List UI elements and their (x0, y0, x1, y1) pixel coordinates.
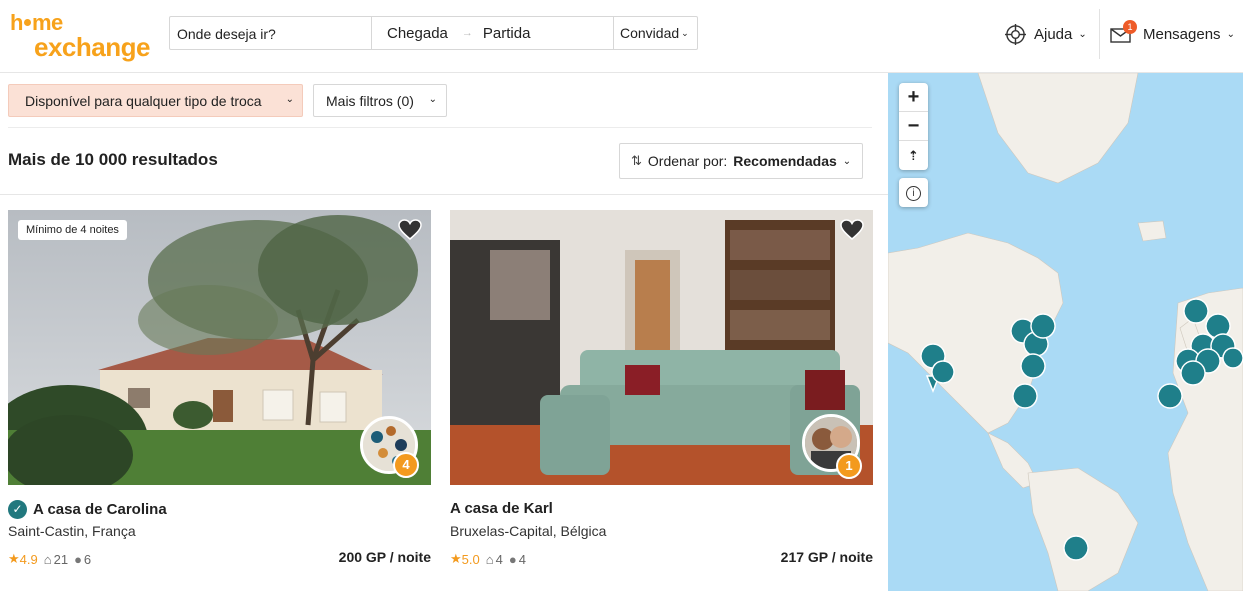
results-map[interactable]: + − ⇡ i (888, 73, 1243, 591)
listing-photo[interactable]: 1 (450, 210, 873, 485)
chevron-down-icon: ⌄ (842, 155, 852, 167)
chevron-down-icon: ⌄ (428, 94, 437, 105)
listing-card[interactable]: Mínimo de 4 noites 4 ✓ A casa de Carolin… (8, 210, 431, 580)
divider (8, 127, 872, 128)
guests-value: 6 (83, 551, 92, 567)
checkin-field[interactable]: Chegada (387, 25, 448, 42)
homeexchange-logo[interactable]: h me exchange (10, 10, 155, 62)
listing-photo[interactable]: Mínimo de 4 noites 4 (8, 210, 431, 485)
listing-title-text: A casa de Carolina (33, 501, 167, 518)
zoom-controls: + − ⇡ (899, 83, 928, 170)
person-icon: ● (508, 551, 517, 567)
person-icon: ● (74, 551, 82, 567)
listing-location: Saint-Castin, França (8, 523, 136, 539)
listing-title[interactable]: ✓ A casa de Carolina (8, 500, 167, 519)
listing-price: 200 GP / noite (338, 549, 431, 565)
lifebuoy-icon (1005, 23, 1026, 45)
logo-bottom-text: exchange (34, 32, 150, 62)
sort-icon: ⇅ (631, 153, 642, 168)
sort-dropdown[interactable]: ⇅ Ordenar por: Recomendadas ⌄ (619, 143, 863, 179)
exchange-type-filter[interactable]: Disponível para qualquer tipo de troca ⌄ (8, 84, 303, 117)
help-label: Ajuda (1034, 25, 1073, 43)
sort-prefix: Ordenar por: (647, 153, 728, 169)
date-range-picker[interactable]: Chegada → Partida (372, 17, 614, 49)
sort-value: Recomendadas (733, 153, 837, 169)
messages-label: Mensagens (1143, 25, 1221, 43)
star-icon: ★ (450, 551, 462, 566)
search-bar: Onde deseja ir? Chegada → Partida Convid… (169, 16, 698, 50)
more-filters-label: Mais filtros (0) (326, 92, 414, 109)
chevron-down-icon: ⌄ (1226, 28, 1235, 40)
more-filters-button[interactable]: Mais filtros (0) ⌄ (313, 84, 447, 117)
guests-stat: ● 4 (509, 552, 526, 567)
help-menu[interactable]: Ajuda ⌄ (1005, 22, 1087, 46)
zoom-out-button[interactable]: − (899, 112, 928, 141)
checkout-field[interactable]: Partida (483, 25, 531, 42)
map-canvas[interactable] (888, 73, 1243, 591)
notification-badge: 1 (1123, 20, 1137, 34)
host-level-badge: 1 (836, 453, 862, 479)
info-icon: i (906, 186, 921, 201)
top-header: h me exchange Onde deseja ir? Chegada → P… (0, 0, 1243, 73)
star-icon: ★ (8, 551, 20, 566)
verified-check-icon: ✓ (8, 500, 27, 519)
listing-card[interactable]: 1 A casa de Karl Bruxelas-Capital, Bélgi… (450, 210, 873, 580)
bed-stat: ⌂ 21 (44, 552, 68, 567)
beds-value: 21 (53, 551, 69, 567)
arrow-right-icon: → (461, 27, 473, 39)
guests-dropdown[interactable]: Convidad ⌄ (614, 17, 697, 49)
reset-bearing-button[interactable]: ⇡ (899, 141, 928, 170)
bed-stat: ⌂ 4 (486, 552, 503, 567)
header-divider (1099, 9, 1100, 59)
minimum-nights-badge: Mínimo de 4 noites (18, 220, 127, 240)
destination-input[interactable]: Onde deseja ir? (170, 17, 372, 49)
host-level-badge: 4 (393, 452, 419, 478)
chevron-down-icon: ⌄ (1078, 28, 1087, 40)
heart-icon[interactable] (398, 219, 422, 241)
listing-location: Bruxelas-Capital, Bélgica (450, 523, 607, 539)
listing-title[interactable]: A casa de Karl (450, 500, 553, 517)
listing-stats: ★ 4.9 ⌂ 21 ● 6 (8, 551, 91, 567)
map-info-button[interactable]: i (899, 178, 928, 207)
zoom-in-button[interactable]: + (899, 83, 928, 112)
rating-value: 4.9 (19, 551, 38, 567)
listing-price: 217 GP / noite (780, 549, 873, 565)
divider (0, 194, 888, 195)
chevron-down-icon: ⌄ (285, 94, 294, 105)
envelope-icon: 1 (1110, 20, 1137, 43)
listing-stats: ★ 5.0 ⌂ 4 ● 4 (450, 551, 526, 567)
guests-label: Convidad (620, 25, 680, 41)
bed-icon: ⌂ (43, 551, 52, 567)
rating-value: 5.0 (461, 551, 480, 567)
guests-value: 4 (518, 551, 526, 567)
bed-icon: ⌂ (485, 551, 494, 567)
beds-value: 4 (495, 551, 503, 567)
results-count: Mais de 10 000 resultados (8, 150, 218, 169)
listing-title-text: A casa de Karl (450, 500, 553, 517)
messages-menu[interactable]: 1 Mensagens ⌄ (1110, 20, 1235, 46)
exchange-type-label: Disponível para qualquer tipo de troca (25, 92, 262, 109)
heart-icon[interactable] (840, 219, 864, 241)
chevron-down-icon: ⌄ (681, 27, 689, 38)
guests-stat: ● 6 (74, 552, 91, 567)
